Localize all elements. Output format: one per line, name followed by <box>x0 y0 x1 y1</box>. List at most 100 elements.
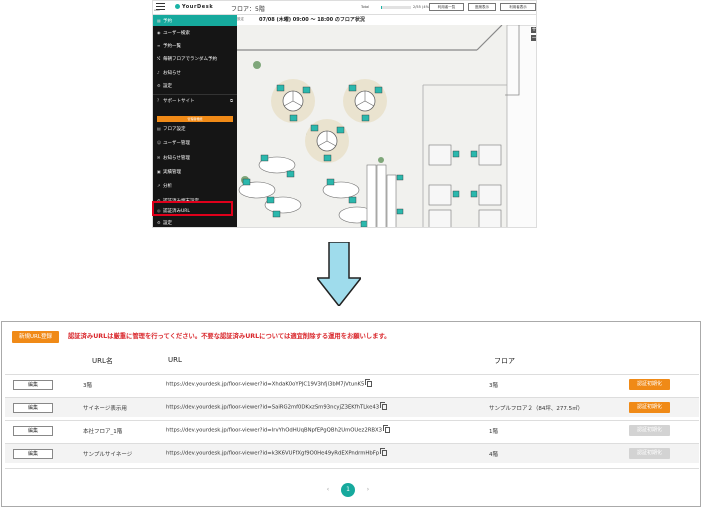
url-cell: https://dev.yourdesk.jp/floor-viewer?id=… <box>166 425 391 434</box>
usage-progress-fill <box>381 6 383 9</box>
floor-cell: サンプルフロア２（84坪、277.5㎡） <box>489 406 584 412</box>
menu-item-label: 実績管理 <box>163 170 181 175</box>
down-arrow-shape <box>317 242 361 306</box>
prev-page-button[interactable]: ‹ <box>323 485 333 495</box>
floor-cell: 1階 <box>489 429 498 435</box>
menu-item-label: サポートサイト <box>163 99 195 104</box>
menu-item-settings[interactable]: ⚙ 設定 <box>153 80 237 91</box>
zoom-in-button[interactable]: + <box>531 27 536 33</box>
url-text: https://dev.yourdesk.jp/floor-viewer?id=… <box>166 381 365 388</box>
menu-item-label: ユーザー管理 <box>163 141 190 146</box>
edit-button[interactable]: 編集 <box>13 403 53 413</box>
floor-selector[interactable]: フロア：5階 <box>231 4 265 13</box>
column-header-url-name: URL名 <box>92 357 113 365</box>
menu-item-user-management[interactable]: ☺ ユーザー管理 <box>153 137 237 148</box>
menu-item-floor-settings[interactable]: ▤ フロア設定 <box>153 123 237 134</box>
column-header-floor: フロア <box>494 357 515 365</box>
url-cell: https://dev.yourdesk.jp/floor-viewer?id=… <box>166 379 373 388</box>
edit-button[interactable]: 編集 <box>13 449 53 459</box>
menu-item-reservation-list[interactable]: ≡ 予約一覧 <box>153 40 237 51</box>
menu-item-notices[interactable]: ♪ お知らせ <box>153 67 237 78</box>
side-menu: ▦ 予約 ◉ ユーザー検索 ≡ 予約一覧 ⤭ 毎朝フロアでランダム予約 ♪ お知らせ ⚙ 設… <box>153 15 237 227</box>
column-header-url: URL <box>168 356 182 364</box>
zoom-out-button[interactable]: − <box>531 35 536 41</box>
table-row: 編集 サンプルサイネージ https://dev.yourdesk.jp/floor… <box>5 443 699 463</box>
menu-item-reserve[interactable]: ▦ 予約 <box>153 15 237 26</box>
logo-icon <box>175 4 180 9</box>
round-table-1 <box>271 79 315 123</box>
menu-item-label: お知らせ管理 <box>163 156 190 161</box>
app-logo: YourDesk <box>175 4 213 10</box>
menu-item-label: 毎朝フロアでランダム予約 <box>163 57 217 62</box>
analytics-icon: ↗ <box>157 183 161 188</box>
pagination: ‹ 1 › <box>319 482 379 498</box>
edit-button[interactable]: 編集 <box>13 426 53 436</box>
menu-item-notice-management[interactable]: ✉ お知らせ管理 <box>153 152 237 163</box>
list-icon: ≡ <box>157 43 161 48</box>
gear-icon: ⚙ <box>157 83 161 88</box>
floor-app-screenshot: Menu YourDesk フロア：5階 Total 2/55 (4%) 利用者… <box>152 0 537 228</box>
menu-item-label: お知らせ <box>163 71 181 76</box>
round-table-3 <box>305 119 349 163</box>
new-url-button[interactable]: 新規URL登録 <box>12 331 59 343</box>
menu-item-user-search[interactable]: ◉ ユーザー検索 <box>153 27 237 38</box>
auth-url-screenshot: 新規URL登録 認証済みURLは厳重に管理を行ってください。不要な認証済みURL… <box>1 321 701 507</box>
auth-init-button[interactable]: 認証初期化 <box>629 379 670 390</box>
hamburger-label: Menu <box>154 10 160 12</box>
bell-icon: ♪ <box>157 70 160 75</box>
menu-item-label: 設定 <box>163 221 172 226</box>
auth-init-button: 認証初期化 <box>629 448 670 459</box>
menu-item-admin-settings[interactable]: ⚙ 設定 <box>153 217 237 227</box>
record-icon: ▣ <box>157 169 161 174</box>
url-text: https://dev.yourdesk.jp/floor-viewer?id=… <box>166 450 380 457</box>
floor-cell: 4階 <box>489 452 498 458</box>
usage-progress-bar <box>381 6 411 9</box>
copy-icon[interactable] <box>380 402 388 410</box>
down-arrow-icon <box>317 242 361 306</box>
copy-icon[interactable] <box>365 379 373 387</box>
menu-item-analytics[interactable]: ↗ 分析 <box>153 180 237 191</box>
url-cell: https://dev.yourdesk.jp/floor-viewer?id=… <box>166 402 388 411</box>
menu-item-label: ユーザー検索 <box>163 31 190 36</box>
menu-item-records[interactable]: ▣ 実績管理 <box>153 166 237 177</box>
table-row: 編集 3階 https://dev.yourdesk.jp/floor-viewer… <box>5 374 699 394</box>
url-name-cell: 3階 <box>83 383 92 389</box>
table-row: 編集 本社フロア_1階 https://dev.yourdesk.jp/floor-… <box>5 420 699 440</box>
user-manage-icon: ☺ <box>157 140 162 145</box>
usage-label: Total <box>361 5 370 9</box>
calendar-icon: ▦ <box>157 18 161 23</box>
subheader-prefix: 設定 <box>237 17 244 21</box>
url-cell: https://dev.yourdesk.jp/floor-viewer?id=… <box>166 448 388 457</box>
url-text: https://dev.yourdesk.jp/floor-viewer?id=… <box>166 404 380 411</box>
user-view-button[interactable]: 利用者表示 <box>500 3 536 11</box>
auth-init-button: 認証初期化 <box>629 425 670 436</box>
logo-text: YourDesk <box>182 4 214 10</box>
floor-plan-drawing <box>237 25 536 227</box>
menu-item-label: 予約一覧 <box>163 44 181 49</box>
floor-cell: 3階 <box>489 383 498 389</box>
notice-text: 認証済みURLは厳重に管理を行ってください。不要な認証済みURLについては適宜削… <box>68 333 391 340</box>
support-icon: ? <box>157 98 160 103</box>
edit-button[interactable]: 編集 <box>13 380 53 390</box>
menu-item-label: フロア設定 <box>163 127 186 132</box>
floor-plan-map[interactable]: + − <box>237 25 536 227</box>
table-bottom-border <box>5 468 699 469</box>
url-name-cell: 本社フロア_1階 <box>83 429 123 435</box>
menu-item-random-reserve[interactable]: ⤭ 毎朝フロアでランダム予約 <box>153 53 237 64</box>
auth-init-button[interactable]: 認証初期化 <box>629 402 670 413</box>
next-page-button[interactable]: › <box>363 485 373 495</box>
page-1-button[interactable]: 1 <box>341 483 355 497</box>
highlight-box <box>152 201 233 216</box>
seat-view-button[interactable]: 座席表示 <box>468 3 496 11</box>
copy-icon[interactable] <box>380 448 388 456</box>
round-table-2 <box>343 79 387 123</box>
user-list-button[interactable]: 利用者一覧 <box>429 3 464 11</box>
table-row: 編集 サイネージ表示用 https://dev.yourdesk.jp/floor-… <box>5 397 699 417</box>
menu-item-label: 設定 <box>163 84 172 89</box>
shuffle-icon: ⤭ <box>157 56 161 61</box>
url-text: https://dev.yourdesk.jp/floor-viewer?id=… <box>166 427 383 434</box>
notice-manage-icon: ✉ <box>157 155 161 160</box>
floor-subheader: 設定 07/08 (木曜) 09:00 〜 18:00 のフロア状況 <box>237 15 536 25</box>
menu-item-support[interactable]: ? サポートサイト ⧉ <box>153 94 237 105</box>
copy-icon[interactable] <box>383 425 391 433</box>
